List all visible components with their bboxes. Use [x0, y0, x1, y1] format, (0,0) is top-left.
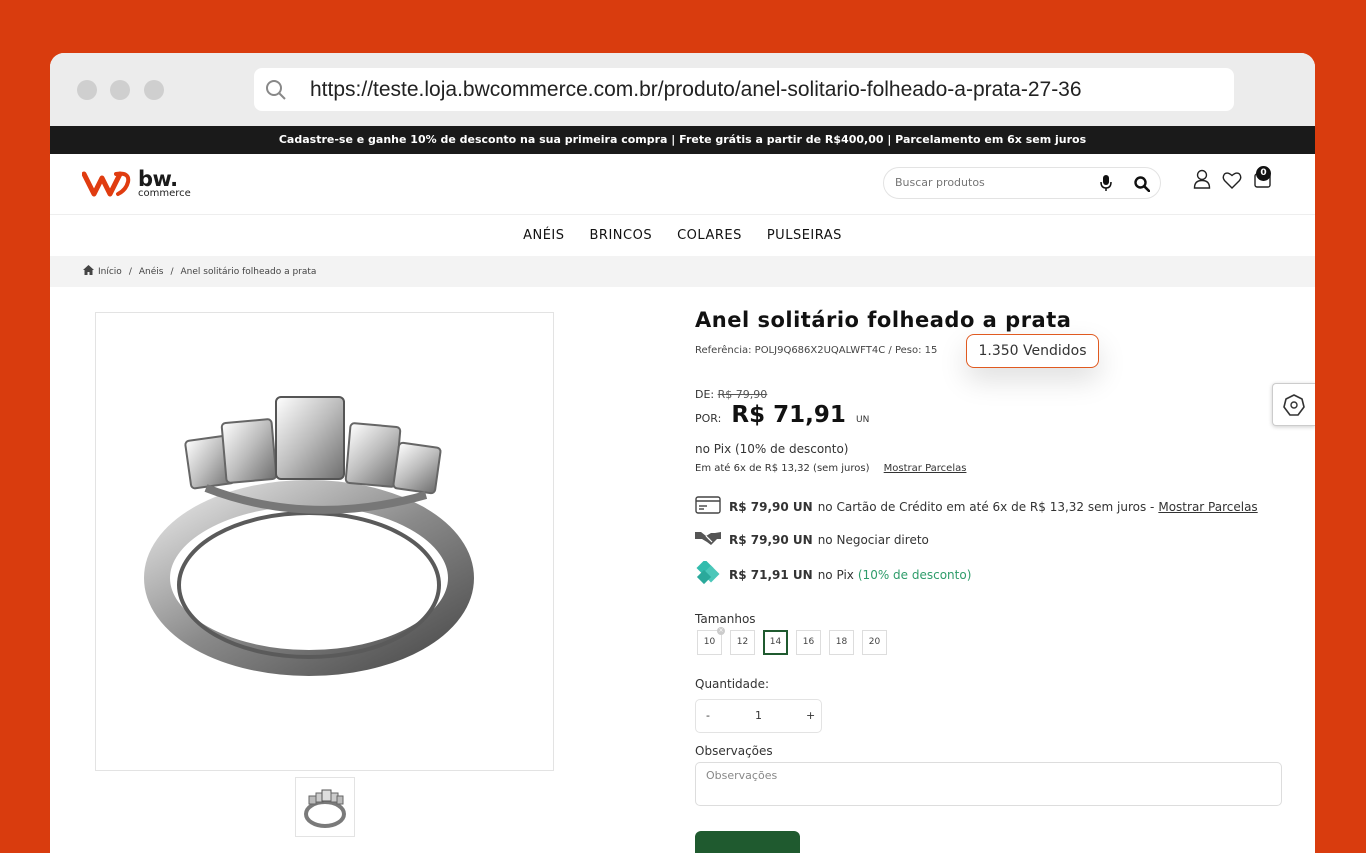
quantity-value[interactable]: 1: [755, 709, 762, 722]
product-search: [883, 167, 1161, 199]
address-bar[interactable]: https://teste.loja.bwcommerce.com.br/pro…: [254, 68, 1234, 111]
size-option-16[interactable]: 16: [796, 630, 821, 655]
quantity-increase-button[interactable]: +: [806, 709, 815, 722]
breadcrumb: Início / Anéis / Anel solitário folheado…: [50, 256, 1315, 287]
new-price: POR: R$ 71,91 UN: [695, 402, 869, 428]
nav-item-colares[interactable]: COLARES: [677, 228, 742, 243]
store-logo[interactable]: bw. commerce: [82, 168, 191, 200]
payment-option-price: R$ 79,90 UN: [729, 532, 813, 547]
browser-chrome: https://teste.loja.bwcommerce.com.br/pro…: [50, 53, 1315, 126]
size-option-10[interactable]: 10 ×: [697, 627, 725, 655]
window-dot-minimize[interactable]: [110, 80, 130, 100]
payment-option-text: no Negociar direto: [817, 532, 929, 547]
side-widget-button[interactable]: [1272, 383, 1315, 426]
size-options: 10 × 12 14 16 18 20: [697, 627, 887, 655]
ring-image: [144, 396, 474, 676]
main-nav: ANÉIS BRINCOS COLARES PULSEIRAS: [50, 215, 1315, 256]
show-installments-link[interactable]: Mostrar Parcelas: [1158, 500, 1257, 514]
payment-option-pix: R$ 71,91 UN no Pix (10% de desconto): [695, 559, 972, 588]
breadcrumb-category[interactable]: Anéis: [139, 267, 164, 277]
logo-text-sub: commerce: [138, 188, 191, 199]
search-submit-icon[interactable]: [1134, 176, 1151, 196]
old-price-label: DE:: [695, 388, 715, 401]
payment-option-direct: R$ 79,90 UN no Negociar direto: [695, 529, 929, 550]
payment-option-text: no Pix: [817, 567, 854, 582]
home-icon[interactable]: [83, 265, 94, 278]
search-icon: [264, 78, 288, 106]
breadcrumb-separator: /: [170, 266, 174, 277]
payment-option-price: R$ 71,91 UN: [729, 567, 813, 582]
quantity-stepper: - 1 +: [695, 699, 822, 733]
product-reference: Referência: POLJ9Q686X2UQALWFT4C / Peso:…: [695, 345, 938, 356]
payment-option-credit-card: R$ 79,90 UN no Cartão de Crédito em até …: [695, 496, 1258, 517]
payment-option-price: R$ 79,90 UN: [729, 499, 813, 514]
size-option-label: 12: [736, 637, 749, 647]
cart-count-badge: 0: [1256, 166, 1271, 181]
size-option-label: 16: [802, 637, 815, 647]
size-option-14[interactable]: 14: [763, 630, 788, 655]
url-text: https://teste.loja.bwcommerce.com.br/pro…: [310, 78, 1082, 101]
nav-item-pulseiras[interactable]: PULSEIRAS: [767, 228, 842, 243]
installments-line: Em até 6x de R$ 13,32 (sem juros) Mostra…: [695, 463, 966, 474]
installments-text: Em até 6x de R$ 13,32 (sem juros): [695, 463, 870, 474]
promo-bar: Cadastre-se e ganhe 10% de desconto na s…: [50, 126, 1315, 154]
search-input[interactable]: [893, 175, 1087, 190]
unavailable-icon: ×: [717, 627, 725, 635]
size-option-label: 20: [868, 637, 881, 647]
product-title: Anel solitário folheado a prata: [695, 308, 1072, 332]
sizes-label: Tamanhos: [695, 612, 756, 626]
quantity-decrease-button[interactable]: -: [706, 709, 710, 722]
sold-count-badge: 1.350 Vendidos: [966, 334, 1099, 368]
size-option-20[interactable]: 20: [862, 630, 887, 655]
site-header: bw. commerce 0: [50, 154, 1315, 215]
window-dot-maximize[interactable]: [144, 80, 164, 100]
new-price-value: R$ 71,91: [731, 402, 846, 428]
old-price: DE: R$ 79,90: [695, 388, 767, 401]
product-thumbnail[interactable]: [295, 777, 355, 837]
price-unit: UN: [855, 415, 870, 425]
pix-discount-highlight: (10% de desconto): [857, 567, 972, 582]
nav-item-aneis[interactable]: ANÉIS: [523, 228, 564, 243]
credit-card-icon: [695, 496, 721, 517]
logo-text-main: bw.: [138, 167, 178, 191]
ring-thumbnail-image: [304, 789, 346, 828]
size-option-label: 18: [835, 637, 848, 647]
notes-field[interactable]: [695, 762, 1282, 806]
old-price-value: R$ 79,90: [717, 388, 768, 401]
logo-mark-icon: [82, 171, 131, 197]
size-option-12[interactable]: 12: [730, 630, 755, 655]
pix-icon: [695, 559, 721, 588]
browser-window: https://teste.loja.bwcommerce.com.br/pro…: [50, 53, 1315, 853]
buy-button[interactable]: [695, 831, 800, 853]
size-option-label: 14: [769, 637, 782, 647]
breadcrumb-home[interactable]: Início: [98, 267, 122, 277]
nav-item-brincos[interactable]: BRINCOS: [590, 228, 653, 243]
size-option-18[interactable]: 18: [829, 630, 854, 655]
new-price-label: POR:: [695, 412, 722, 425]
breadcrumb-separator: /: [128, 266, 132, 277]
user-icon[interactable]: [1193, 169, 1211, 193]
window-dot-close[interactable]: [77, 80, 97, 100]
pix-discount-text: no Pix (10% de desconto): [695, 442, 849, 456]
heart-icon[interactable]: [1222, 171, 1242, 193]
microphone-icon[interactable]: [1100, 175, 1112, 196]
handshake-icon: [695, 529, 721, 550]
payment-option-text: no Cartão de Crédito em até 6x de R$ 13,…: [817, 499, 1155, 514]
product-main-image[interactable]: [95, 312, 554, 771]
notes-label: Observações: [695, 744, 773, 758]
show-installments-link[interactable]: Mostrar Parcelas: [884, 463, 967, 474]
size-option-label: 10: [703, 637, 716, 647]
cookie-settings-icon: [1283, 394, 1305, 420]
quantity-label: Quantidade:: [695, 677, 770, 691]
breadcrumb-current: Anel solitário folheado a prata: [180, 266, 317, 277]
